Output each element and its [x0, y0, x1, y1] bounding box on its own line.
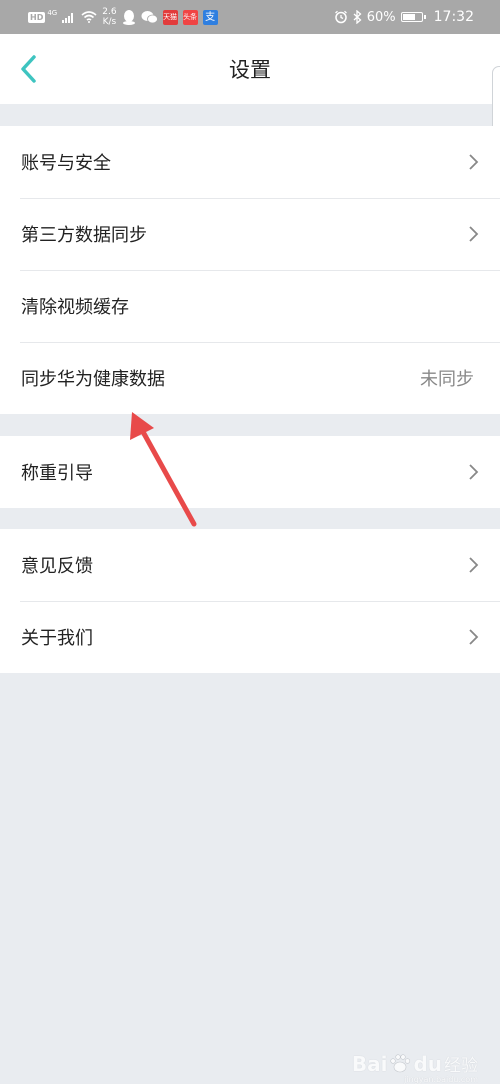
top-nav-bar: 设置: [0, 34, 500, 104]
settings-item-label: 关于我们: [21, 628, 93, 649]
settings-item-label: 意见反馈: [21, 556, 93, 577]
settings-item-label: 第三方数据同步: [21, 225, 147, 246]
hd-badge: HD: [28, 11, 46, 23]
settings-item-third-party-sync[interactable]: 第三方数据同步: [0, 198, 500, 270]
speed-value: 2.6: [102, 7, 117, 17]
status-right-group: 60% 17:32: [334, 0, 474, 34]
settings-item-account-security[interactable]: 账号与安全: [0, 126, 500, 198]
bluetooth-icon: [353, 10, 362, 24]
alipay-app-icon: 支: [202, 9, 218, 25]
network-speed: 2.6 K/s: [102, 7, 116, 27]
settings-group-weighing: 称重引导: [0, 436, 500, 508]
alarm-icon: [334, 10, 347, 24]
settings-item-about-us[interactable]: 关于我们: [0, 601, 500, 673]
signal-icon: [62, 13, 74, 23]
sync-status-value: 未同步: [420, 369, 474, 390]
status-bar: HD 4G 2.6 K/s 天猫 头条 支 60% 17:32: [0, 0, 500, 34]
watermark-url: jingyan.baidu.com: [404, 1075, 478, 1084]
toutiao-app-icon: 头条: [182, 9, 198, 25]
settings-item-label: 清除视频缓存: [21, 297, 129, 318]
watermark-sub: 经验: [444, 1056, 478, 1076]
watermark-brand: Bai: [351, 1051, 388, 1076]
speed-unit: K/s: [102, 17, 117, 27]
baidu-watermark: Bai du 经验: [351, 1051, 478, 1077]
qq-icon: [122, 9, 135, 25]
wifi-icon: [81, 11, 97, 23]
settings-group-account: 账号与安全 第三方数据同步 清除视频缓存 同步华为健康数据 未同步: [0, 126, 500, 414]
settings-item-weighing-guide[interactable]: 称重引导: [0, 436, 500, 508]
status-left-group: HD 4G 2.6 K/s 天猫 头条 支: [28, 0, 218, 34]
page-title: 设置: [229, 58, 271, 82]
settings-item-clear-video-cache[interactable]: 清除视频缓存: [0, 270, 500, 342]
tmall-app-icon: 天猫: [162, 9, 178, 25]
battery-icon: [400, 12, 426, 22]
wechat-icon: [141, 11, 158, 24]
settings-item-label: 同步华为健康数据: [21, 369, 165, 390]
settings-item-label: 账号与安全: [21, 153, 111, 174]
settings-item-label: 称重引导: [21, 463, 93, 484]
settings-item-huawei-health-sync[interactable]: 同步华为健康数据 未同步: [0, 342, 500, 414]
battery-percent: 60%: [366, 9, 396, 25]
network-type: 4G: [47, 9, 58, 17]
settings-group-about: 意见反馈 关于我们: [0, 529, 500, 673]
watermark-brand-suffix: du: [413, 1051, 442, 1076]
paw-icon: [390, 1053, 411, 1072]
chevron-right-icon: [469, 629, 479, 645]
clock: 17:32: [433, 9, 474, 25]
chevron-right-icon: [469, 557, 479, 573]
settings-item-feedback[interactable]: 意见反馈: [0, 529, 500, 601]
chevron-right-icon: [469, 464, 479, 480]
chevron-right-icon: [469, 154, 479, 170]
chevron-right-icon: [469, 226, 479, 242]
